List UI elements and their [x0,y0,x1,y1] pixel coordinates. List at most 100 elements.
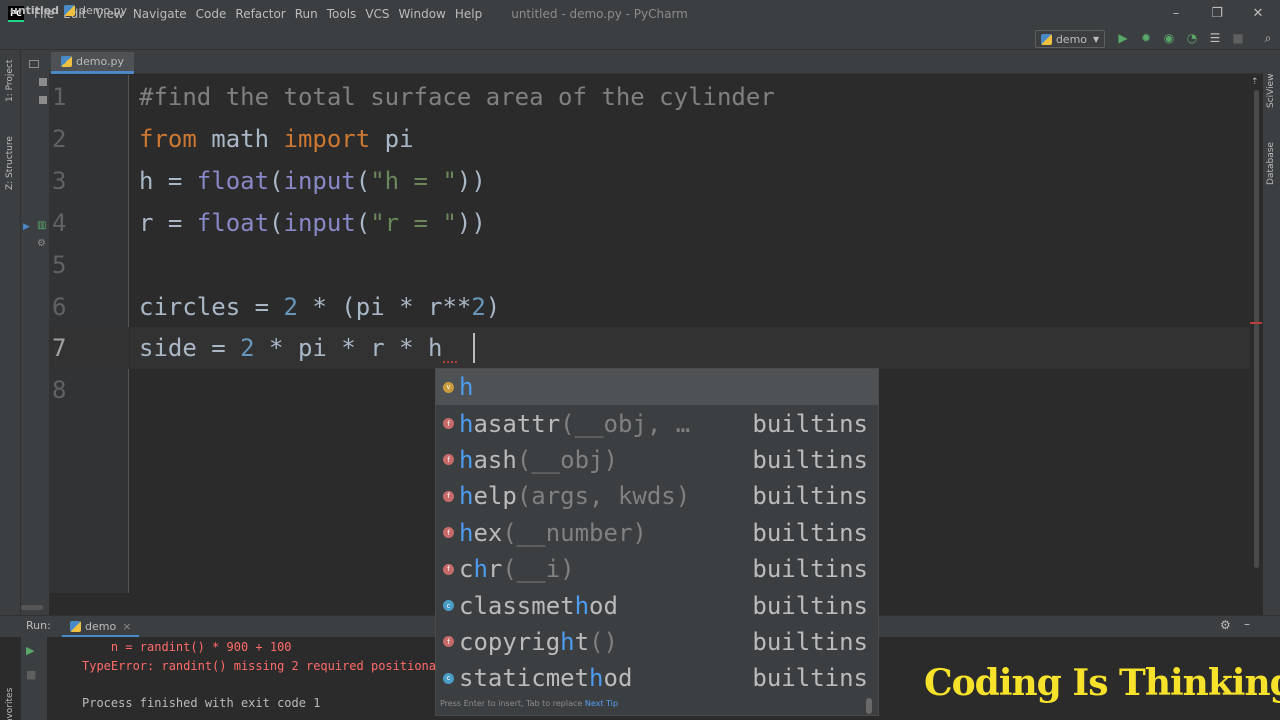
profile-icon[interactable]: ◔ [1184,31,1200,45]
coverage-icon[interactable]: ◉ [1161,31,1177,45]
search-icon[interactable]: ⌕ [1260,31,1276,46]
tool-window-project[interactable]: 1: Project [5,60,15,102]
menu-run[interactable]: Run [295,7,318,21]
breadcrumb-file[interactable]: demo.py [64,4,127,17]
expand-arrow-icon[interactable]: ▶ [23,222,30,232]
completion-item-match: h [459,482,474,511]
error-marker[interactable] [1250,322,1262,324]
menu-navigate[interactable]: Navigate [133,7,187,21]
chart-icon[interactable]: ▥ [37,220,46,231]
completion-item-rest: t [574,627,590,656]
debug-icon[interactable]: ✹ [1138,31,1154,45]
run-toolbar: ▶ ↑ ■ ↓ ⇌ [21,637,61,720]
error-squiggle [443,360,457,363]
completion-item[interactable]: c classmethod builtins [436,587,878,623]
gear-icon[interactable]: ⚙ [1220,618,1231,632]
completion-item-name: hash(__obj) [459,446,731,474]
stop-icon[interactable]: ■ [26,668,36,681]
tool-window-sciview[interactable]: SciView [1266,73,1276,108]
stop-icon[interactable]: ■ [1230,31,1246,45]
completion-item-match: h [560,627,575,656]
build-icon[interactable]: ☰ [1207,31,1223,45]
expand-icon[interactable] [39,96,47,104]
console-line: n = randint() * 900 + 100 [82,640,292,654]
project-window-icon[interactable] [29,60,39,68]
completion-item-match: h [459,445,474,474]
function-icon: f [443,636,454,648]
minimize-icon[interactable]: – [1168,6,1184,21]
tool-window-favorites[interactable]: 2: Favorites [5,688,15,720]
completion-item-match: h [459,409,474,438]
completion-item[interactable]: vh [436,369,878,406]
code-line-1[interactable]: #find the total surface area of the cyli… [139,76,775,118]
menu-code[interactable]: Code [196,7,227,21]
menu-vcs[interactable]: VCS [365,7,389,21]
completion-item-name: h [459,373,731,401]
line-number: 2 [52,125,67,153]
settings-icon[interactable]: ⚙ [37,238,46,249]
run-config-select[interactable]: demo ▼ [1035,30,1105,48]
tool-window-structure[interactable]: Z: Structure [5,136,15,190]
collapse-icon[interactable] [39,78,47,86]
completion-item-args: (args, kwds) [516,482,691,511]
code-line-4[interactable]: r = float(input("r = ")) [139,202,486,244]
class-icon: c [443,600,454,612]
completion-item[interactable]: f chr(__i) builtins [436,551,878,587]
scrollbar-thumb[interactable] [1254,90,1259,568]
menu-help[interactable]: Help [455,7,482,21]
close-icon[interactable]: ✕ [1250,6,1266,21]
right-tool-stripe: SciView Database [1263,50,1280,615]
code-line-3[interactable]: h = float(input("h = ")) [139,160,486,202]
python-file-icon [1040,33,1052,45]
menu-tools[interactable]: Tools [327,7,357,21]
completion-item[interactable]: f hasattr(__obj, … builtins [436,405,878,441]
menu-refactor[interactable]: Refactor [235,7,285,21]
completion-item-rest: od [589,591,618,620]
close-tab-icon[interactable]: × [122,620,131,633]
completion-item-source: builtins [752,555,868,584]
pycharm-window: PC File Edit View Navigate Code Refactor… [0,0,1280,720]
line-number: 3 [52,167,67,195]
completion-item-source: builtins [752,482,868,511]
code-line-7[interactable]: side = 2 * pi * r * h [139,327,442,369]
inspection-icon[interactable]: ⇡ [1251,77,1259,87]
function-icon: f [443,490,454,502]
left-tool-stripe: 1: Project Z: Structure 2: Favorites [0,50,21,720]
code-line-6[interactable]: circles = 2 * (pi * r**2) [139,286,500,328]
completion-scrollbar[interactable] [866,698,872,714]
completion-item-rest: r [487,555,503,584]
tab-label: demo.py [76,55,124,68]
completion-item-prefix: staticmet [459,664,590,693]
completion-item-source: builtins [752,518,868,547]
class-icon: c [443,672,454,684]
completion-hint: Press Enter to insert, Tab to replace [440,699,583,708]
maximize-icon[interactable]: ❐ [1209,6,1225,21]
completion-item-name: classmethod [459,592,731,620]
python-file-icon [70,620,81,632]
completion-item[interactable]: c staticmethod builtins [436,660,878,696]
hide-panel-icon[interactable]: – [1244,617,1250,631]
completion-item[interactable]: f hash(__obj) builtins [436,442,878,478]
code-line-2[interactable]: from math import pi [139,118,414,160]
completion-item-name: hasattr(__obj, … [459,410,731,438]
completion-item-rest: elp [473,482,517,511]
tab-demo-py[interactable]: demo.py [51,52,134,74]
project-panel-scrollbar[interactable] [21,605,43,610]
menu-window[interactable]: Window [399,7,446,21]
line-number: 8 [52,376,67,404]
tool-window-database[interactable]: Database [1266,142,1276,185]
run-tab-demo[interactable]: demo × [62,617,140,637]
completion-item-rest: od [603,664,633,693]
run-icon[interactable]: ▶ [1115,31,1131,45]
line-number: 7 [52,334,67,362]
next-tip-link[interactable]: Next Tip [585,699,618,708]
rerun-icon[interactable]: ▶ [26,644,34,657]
console-line: TypeError: randint() missing 2 required … [82,659,444,673]
completion-item-prefix: c [459,555,474,584]
completion-item[interactable]: f hex(__number) builtins [436,515,878,551]
completion-item[interactable]: f copyright() builtins [436,624,878,660]
breadcrumb-project[interactable]: untitled [10,4,59,17]
breadcrumb-file-label: demo.py [79,4,127,17]
completion-footer: Press Enter to insert, Tab to replace Ne… [436,699,878,713]
completion-item[interactable]: f help(args, kwds) builtins [436,478,878,514]
